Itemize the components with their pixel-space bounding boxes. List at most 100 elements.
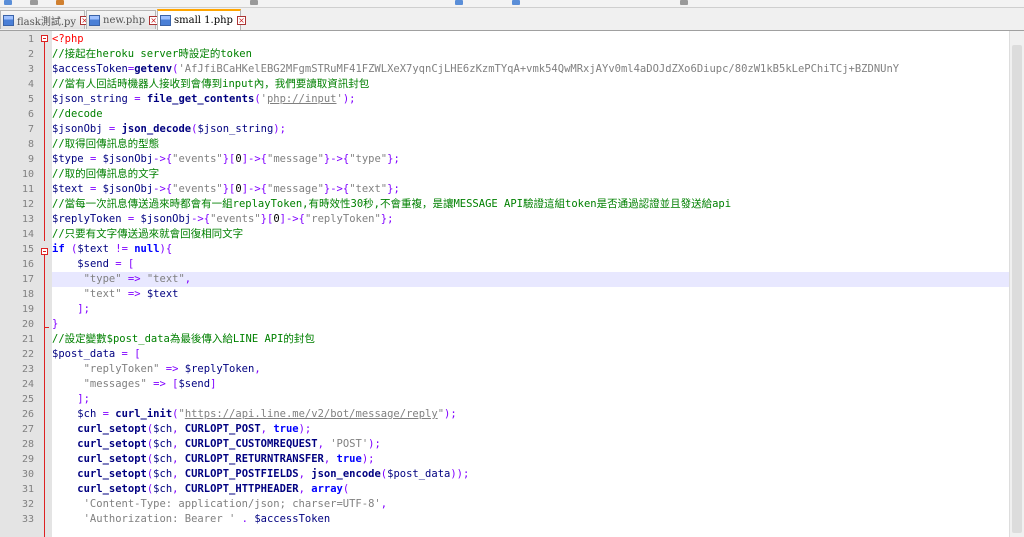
code-line[interactable]: ]; (52, 302, 1010, 317)
code-line[interactable]: "type" => "text", (52, 272, 1010, 287)
code-token: => (165, 363, 179, 375)
tab-flask[interactable]: flask測試.py × (0, 10, 90, 29)
fold-guide (44, 255, 45, 327)
fold-toggle-icon[interactable] (41, 35, 48, 42)
code-token: }; (380, 213, 394, 225)
toolbar-icon[interactable] (250, 0, 258, 5)
toolbar-icon[interactable] (56, 0, 64, 5)
code-token: true (336, 453, 362, 465)
code-line[interactable]: "replyToken" => $replyToken, (52, 362, 1010, 377)
code-token: getenv (134, 63, 173, 75)
code-token: curl_setopt (77, 453, 147, 465)
toolbar-icon[interactable] (455, 0, 463, 5)
code-token: CURLOPT_RETURNTRANSFER (184, 453, 324, 465)
code-token: //設定變數$post_data為最後傳入給LINE API的封包 (52, 333, 315, 345)
code-line[interactable]: //decode (52, 107, 1010, 122)
tab-new-php[interactable]: new.php × (86, 10, 159, 29)
code-line[interactable]: 'Authorization: Bearer ' . $accessToken (52, 512, 1010, 527)
code-line[interactable]: //只要有文字傳送過來就會回復相同文字 (52, 227, 1010, 242)
code-line[interactable]: "messages" => [$send] (52, 377, 1010, 392)
code-line[interactable]: $text = $jsonObj->{"events"}[0]->{"messa… (52, 182, 1010, 197)
toolbar-icon[interactable] (680, 0, 688, 5)
code-line[interactable]: $type = $jsonObj->{"events"}[0]->{"messa… (52, 152, 1010, 167)
line-number: 9 (27, 154, 34, 165)
scrollbar-thumb[interactable] (1012, 45, 1022, 533)
toolbar-icon[interactable] (512, 0, 520, 5)
code-line[interactable]: curl_setopt($ch, CURLOPT_CUSTOMREQUEST, … (52, 437, 1010, 452)
line-number: 26 (21, 409, 34, 420)
code-token: ]->{ (241, 153, 267, 165)
code-token: //取的回傳訊息的文字 (52, 168, 160, 180)
code-line[interactable]: <?php (52, 32, 1010, 47)
code-token: CURLOPT_POSTFIELDS (184, 468, 299, 480)
close-icon[interactable]: × (236, 16, 246, 25)
line-number: 17 (21, 274, 34, 285)
code-line[interactable]: //設定變數$post_data為最後傳入給LINE API的封包 (52, 332, 1010, 347)
code-line[interactable]: //取得回傳訊息的型態 (52, 137, 1010, 152)
code-token: curl_init (115, 408, 173, 420)
code-token: //當每一次訊息傳送過來時都會有一組replayToken,有時效性30秒,不會… (52, 198, 732, 210)
code-token: ->{ (153, 183, 173, 195)
code-token: //取得回傳訊息的型態 (52, 138, 160, 150)
code-token: ){ (159, 243, 173, 255)
line-number: 11 (21, 184, 34, 195)
code-line[interactable]: $json_string = file_get_contents('php://… (52, 92, 1010, 107)
line-number: 14 (21, 229, 34, 240)
code-line[interactable]: if ($text != null){ (52, 242, 1010, 257)
code-token: "events" (172, 183, 223, 195)
code-token: "type" (83, 273, 122, 285)
code-line[interactable]: $accessToken=getenv('AfJfiBCaHKelEBG2MFg… (52, 62, 1010, 77)
code-token: }[ (222, 183, 236, 195)
line-number-gutter[interactable]: 1 2 3 4 5 6 7 8 9 10 11 12 13 14 15 16 17 18 19 20 21 22 23 24 2… (0, 31, 52, 537)
code-line[interactable]: curl_setopt($ch, CURLOPT_POSTFIELDS, jso… (52, 467, 1010, 482)
code-line[interactable]: } (52, 317, 1010, 332)
line-number: 10 (21, 169, 34, 180)
code-token: }[ (260, 213, 274, 225)
code-line[interactable]: $ch = curl_init("https://api.line.me/v2/… (52, 407, 1010, 422)
tab-label: small 1.php (174, 15, 233, 26)
code-line[interactable]: $send = [ (52, 257, 1010, 272)
code-line[interactable]: $replyToken = $jsonObj->{"events"}[0]->{… (52, 212, 1010, 227)
code-line[interactable]: //當每一次訊息傳送過來時都會有一組replayToken,有時效性30秒,不會… (52, 197, 1010, 212)
tab-label: flask測試.py (17, 16, 77, 28)
tab-small-1-php[interactable]: small 1.php × (157, 9, 246, 30)
line-number: 3 (27, 64, 34, 75)
code-token: ]; (77, 303, 90, 315)
code-token: true (273, 423, 299, 435)
code-line[interactable]: //接起在heroku server時設定的token (52, 47, 1010, 62)
code-token: curl_setopt (77, 423, 147, 435)
code-line[interactable]: ]; (52, 392, 1010, 407)
line-number: 21 (21, 334, 34, 345)
code-line[interactable]: curl_setopt($ch, CURLOPT_RETURNTRANSFER,… (52, 452, 1010, 467)
code-line[interactable]: //取的回傳訊息的文字 (52, 167, 1010, 182)
fold-guide (44, 42, 45, 241)
code-token: $ch (153, 438, 173, 450)
code-token: "text" (83, 288, 122, 300)
code-token: ]->{ (279, 213, 305, 225)
toolbar-icon[interactable] (4, 0, 12, 5)
code-line[interactable]: "text" => $text (52, 287, 1010, 302)
code-token: "replyToken" (83, 363, 160, 375)
vertical-scrollbar[interactable] (1009, 31, 1024, 537)
fold-toggle-icon[interactable] (41, 248, 48, 255)
code-line[interactable]: 'Content-Type: application/json; charser… (52, 497, 1010, 512)
code-token: //decode (52, 108, 103, 120)
code-line[interactable]: curl_setopt($ch, CURLOPT_POST, true); (52, 422, 1010, 437)
code-token: "message" (267, 153, 324, 165)
code-line[interactable]: //當有人回話時機器人接收到會傳到input內，我們要讀取資訊封包 (52, 77, 1010, 92)
code-line[interactable]: $post_data = [ (52, 347, 1010, 362)
code-token: php://input (266, 93, 337, 105)
toolbar-icon[interactable] (30, 0, 38, 5)
line-number: 24 (21, 379, 34, 390)
code-line[interactable]: curl_setopt($ch, CURLOPT_HTTPHEADER, arr… (52, 482, 1010, 497)
code-token: "text" (146, 273, 185, 285)
tab-bar: flask測試.py × new.php × small 1.php × (0, 8, 1024, 31)
code-line[interactable]: $jsonObj = json_decode($json_string); (52, 122, 1010, 137)
code-editor[interactable]: <?php //接起在heroku server時設定的token $accessT… (52, 31, 1010, 537)
